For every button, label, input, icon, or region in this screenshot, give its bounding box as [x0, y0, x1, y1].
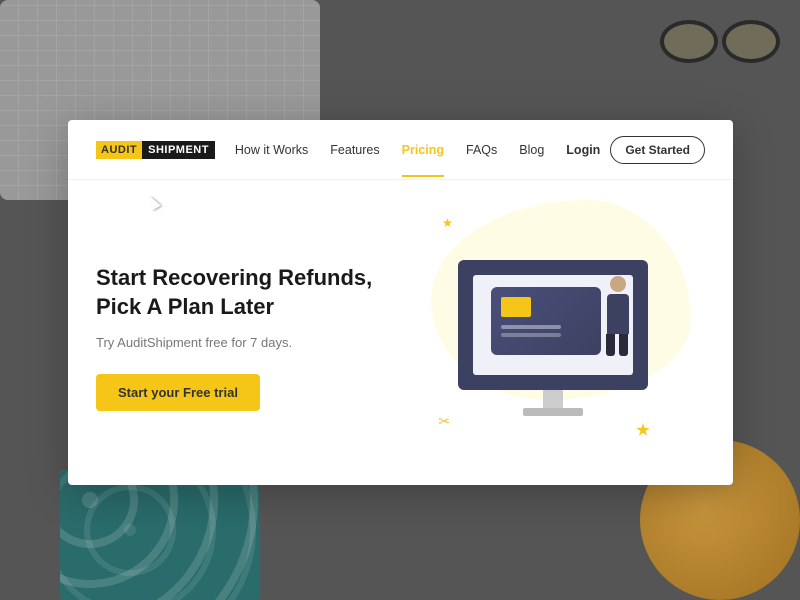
logo: AUDITSHIPMENT	[96, 141, 215, 159]
star-decoration-small	[443, 218, 453, 228]
person-leg-left	[606, 334, 615, 356]
get-started-button[interactable]: Get Started	[610, 136, 705, 164]
person-leg-right	[619, 334, 628, 356]
hero-text: Start Recovering Refunds, Pick A Plan La…	[96, 254, 401, 411]
nav-pricing[interactable]: Pricing	[402, 143, 444, 157]
glasses-decoration	[660, 10, 780, 70]
nav-features[interactable]: Features	[330, 143, 379, 157]
monitor-base	[523, 408, 583, 416]
logo-shipment-text: SHIPMENT	[142, 141, 215, 159]
free-trial-button[interactable]: Start your Free trial	[96, 374, 260, 411]
person-body	[607, 294, 629, 334]
scissors-icon: ✂	[439, 413, 451, 430]
hero-section: Start Recovering Refunds, Pick A Plan La…	[68, 180, 733, 485]
monitor-illustration	[458, 260, 648, 416]
mouse-cursor	[148, 195, 164, 215]
notebook-decoration	[60, 470, 260, 600]
hero-illustration: ✂	[401, 180, 706, 485]
hero-title: Start Recovering Refunds, Pick A Plan La…	[96, 264, 401, 321]
nav-links: How it Works Features Pricing FAQs Blog …	[235, 141, 600, 159]
nav-how-it-works[interactable]: How it Works	[235, 143, 308, 157]
main-card: AUDITSHIPMENT How it Works Features Pric…	[68, 120, 733, 485]
logo-audit-text: AUDIT	[96, 141, 142, 159]
star-decoration	[636, 423, 650, 437]
nav-faqs[interactable]: FAQs	[466, 143, 497, 157]
monitor-stand	[543, 390, 563, 408]
person-illustration	[606, 276, 630, 356]
navbar: AUDITSHIPMENT How it Works Features Pric…	[68, 120, 733, 180]
person-head	[610, 276, 626, 292]
person-legs	[606, 334, 630, 356]
nav-login[interactable]: Login	[566, 143, 600, 157]
hero-subtitle: Try AuditShipment free for 7 days.	[96, 335, 401, 350]
credit-card-illustration	[491, 287, 601, 355]
nav-blog[interactable]: Blog	[519, 143, 544, 157]
